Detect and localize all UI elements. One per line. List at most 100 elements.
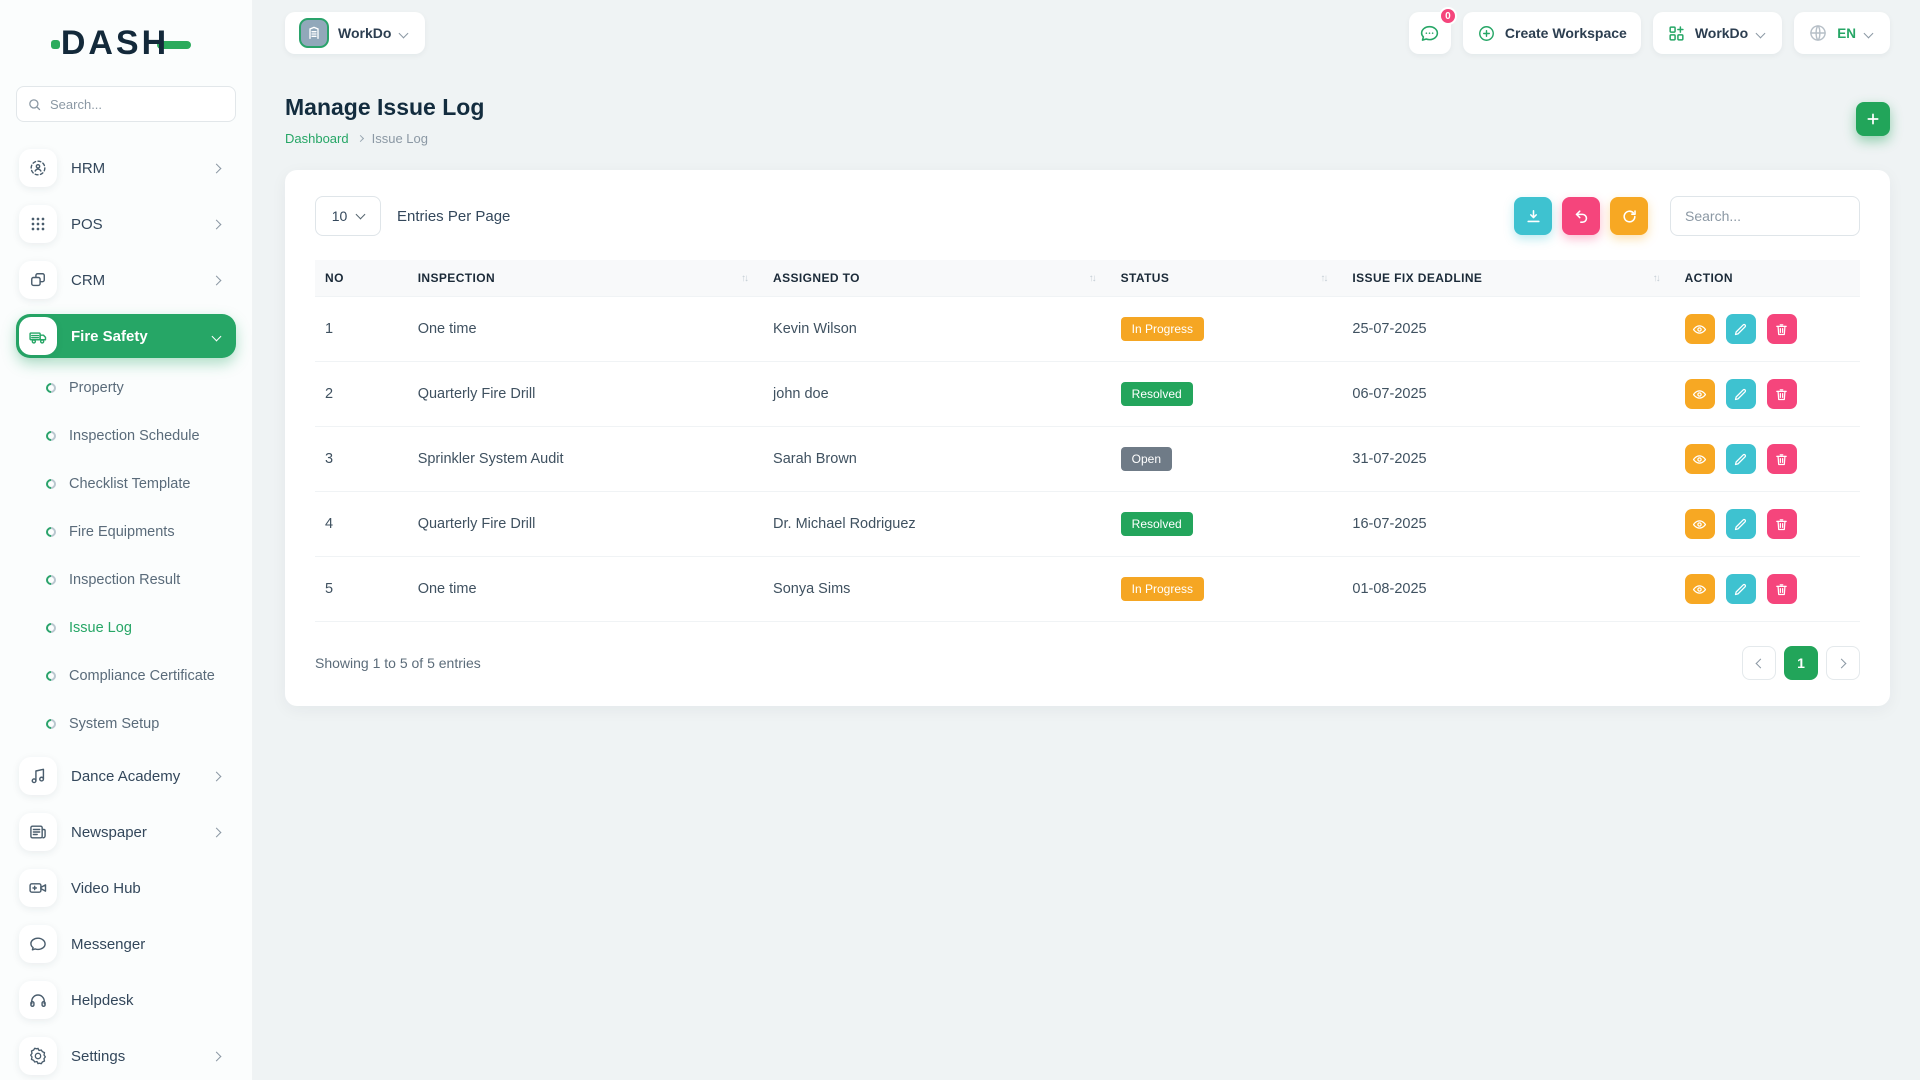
bullet-icon [44,573,58,587]
sidebar-item-messenger[interactable]: Messenger [16,922,236,966]
sidebar-subitem-issue-log[interactable]: Issue Log [16,610,236,646]
pencil-icon [1733,517,1748,532]
edit-button[interactable] [1726,314,1756,344]
chevron-down-icon [356,210,366,220]
sidebar-subitem-inspection-schedule[interactable]: Inspection Schedule [16,418,236,454]
pagination-page-1-button[interactable]: 1 [1784,646,1818,680]
workspace-name: WorkDo [338,25,391,41]
eye-icon [1692,452,1707,467]
table-search-input[interactable] [1670,196,1860,236]
edit-button[interactable] [1726,574,1756,604]
messages-button[interactable]: 0 [1409,12,1451,54]
cell-no: 3 [315,427,408,492]
delete-button[interactable] [1767,314,1797,344]
undo-button[interactable] [1562,197,1600,235]
delete-button[interactable] [1767,444,1797,474]
edit-button[interactable] [1726,379,1756,409]
main-area: WorkDo 0 Create Workspace WorkDo [253,0,1920,1080]
column-header-status[interactable]: STATUS ↑↓ [1111,260,1343,297]
workdo-menu-button[interactable]: WorkDo [1653,12,1782,54]
sidebar-item-video-hub[interactable]: Video Hub [16,866,236,910]
sidebar-subitem-fire-equipments[interactable]: Fire Equipments [16,514,236,550]
pagination: 1 [1742,646,1860,680]
table-row: 4 Quarterly Fire Drill Dr. Michael Rodri… [315,492,1860,557]
column-header-issue-fix-deadline[interactable]: ISSUE FIX DEADLINE ↑↓ [1342,260,1674,297]
chevron-down-icon [212,331,222,341]
sidebar-item-newspaper[interactable]: Newspaper [16,810,236,854]
sidebar-subitem-property[interactable]: Property [16,370,236,406]
add-issue-button[interactable] [1856,102,1890,136]
dash-logo[interactable]: DASH [16,22,236,64]
sidebar-subitem-inspection-result[interactable]: Inspection Result [16,562,236,598]
cell-assigned-to: Dr. Michael Rodriguez [763,492,1111,557]
sidebar-subitem-checklist-template[interactable]: Checklist Template [16,466,236,502]
table-body: 1 One time Kevin Wilson In Progress 25-0… [315,297,1860,622]
chevron-right-icon [212,219,222,229]
status-badge: Open [1121,447,1172,471]
status-badge: In Progress [1121,317,1204,341]
bullet-icon [44,525,58,539]
column-header-no[interactable]: NO [315,260,408,297]
page-head: Manage Issue Log Dashboard Issue Log [285,94,1890,146]
sidebar-item-settings[interactable]: Settings [16,1034,236,1078]
view-button[interactable] [1685,574,1715,604]
column-header-inspection[interactable]: INSPECTION ↑↓ [408,260,763,297]
cell-deadline: 16-07-2025 [1342,492,1674,557]
search-icon [27,97,42,112]
sidebar-search-input[interactable] [50,97,225,112]
pagination-prev-button[interactable] [1742,646,1776,680]
export-button[interactable] [1514,197,1552,235]
sort-icon[interactable]: ↑↓ [1089,273,1101,284]
chevron-down-icon [399,28,409,38]
messages-badge: 0 [1439,7,1457,25]
view-button[interactable] [1685,444,1715,474]
cell-no: 4 [315,492,408,557]
sidebar-item-pos[interactable]: POS [16,202,236,246]
trash-icon [1774,452,1789,467]
cell-no: 1 [315,297,408,362]
crm-icon [28,270,48,290]
sidebar-subitem-compliance-certificate[interactable]: Compliance Certificate [16,658,236,694]
issue-log-table: NO INSPECTION ↑↓ ASSIGNED TO ↑↓ STATUS ↑… [315,260,1860,622]
edit-button[interactable] [1726,444,1756,474]
chevron-down-icon [1756,28,1766,38]
sidebar-item-helpdesk[interactable]: Helpdesk [16,978,236,1022]
sort-icon[interactable]: ↑↓ [741,273,753,284]
view-button[interactable] [1685,314,1715,344]
sidebar-search [16,86,236,122]
workdo-menu-label: WorkDo [1695,25,1748,41]
globe-icon [1808,23,1828,43]
sort-icon[interactable]: ↑↓ [1653,273,1665,284]
delete-button[interactable] [1767,509,1797,539]
view-button[interactable] [1685,509,1715,539]
sidebar-item-hrm[interactable]: HRM [16,146,236,190]
chevron-down-icon [1864,28,1874,38]
sidebar-item-dance-academy[interactable]: Dance Academy [16,754,236,798]
breadcrumb-separator-icon [357,135,364,142]
chevron-right-icon [212,827,222,837]
cell-inspection: Sprinkler System Audit [408,427,763,492]
cell-deadline: 25-07-2025 [1342,297,1674,362]
sort-icon[interactable]: ↑↓ [1320,273,1332,284]
refresh-button[interactable] [1610,197,1648,235]
create-workspace-button[interactable]: Create Workspace [1463,12,1641,54]
sidebar-item-fire-safety[interactable]: Fire Safety [16,314,236,358]
breadcrumb-dashboard-link[interactable]: Dashboard [285,131,349,146]
edit-button[interactable] [1726,509,1756,539]
delete-button[interactable] [1767,379,1797,409]
column-header-assigned-to[interactable]: ASSIGNED TO ↑↓ [763,260,1111,297]
sidebar-subitem-system-setup[interactable]: System Setup [16,706,236,742]
column-header-action[interactable]: ACTION [1675,260,1860,297]
table-row: 2 Quarterly Fire Drill john doe Resolved… [315,362,1860,427]
workspace-switcher[interactable]: WorkDo [285,12,425,54]
view-button[interactable] [1685,379,1715,409]
entries-per-page-select[interactable]: 10 [315,196,381,236]
entries-per-page-value: 10 [332,208,348,224]
sidebar-item-crm[interactable]: CRM [16,258,236,302]
cell-deadline: 06-07-2025 [1342,362,1674,427]
cell-inspection: Quarterly Fire Drill [408,362,763,427]
delete-button[interactable] [1767,574,1797,604]
pagination-next-button[interactable] [1826,646,1860,680]
language-selector[interactable]: EN [1794,12,1890,54]
table-row: 1 One time Kevin Wilson In Progress 25-0… [315,297,1860,362]
